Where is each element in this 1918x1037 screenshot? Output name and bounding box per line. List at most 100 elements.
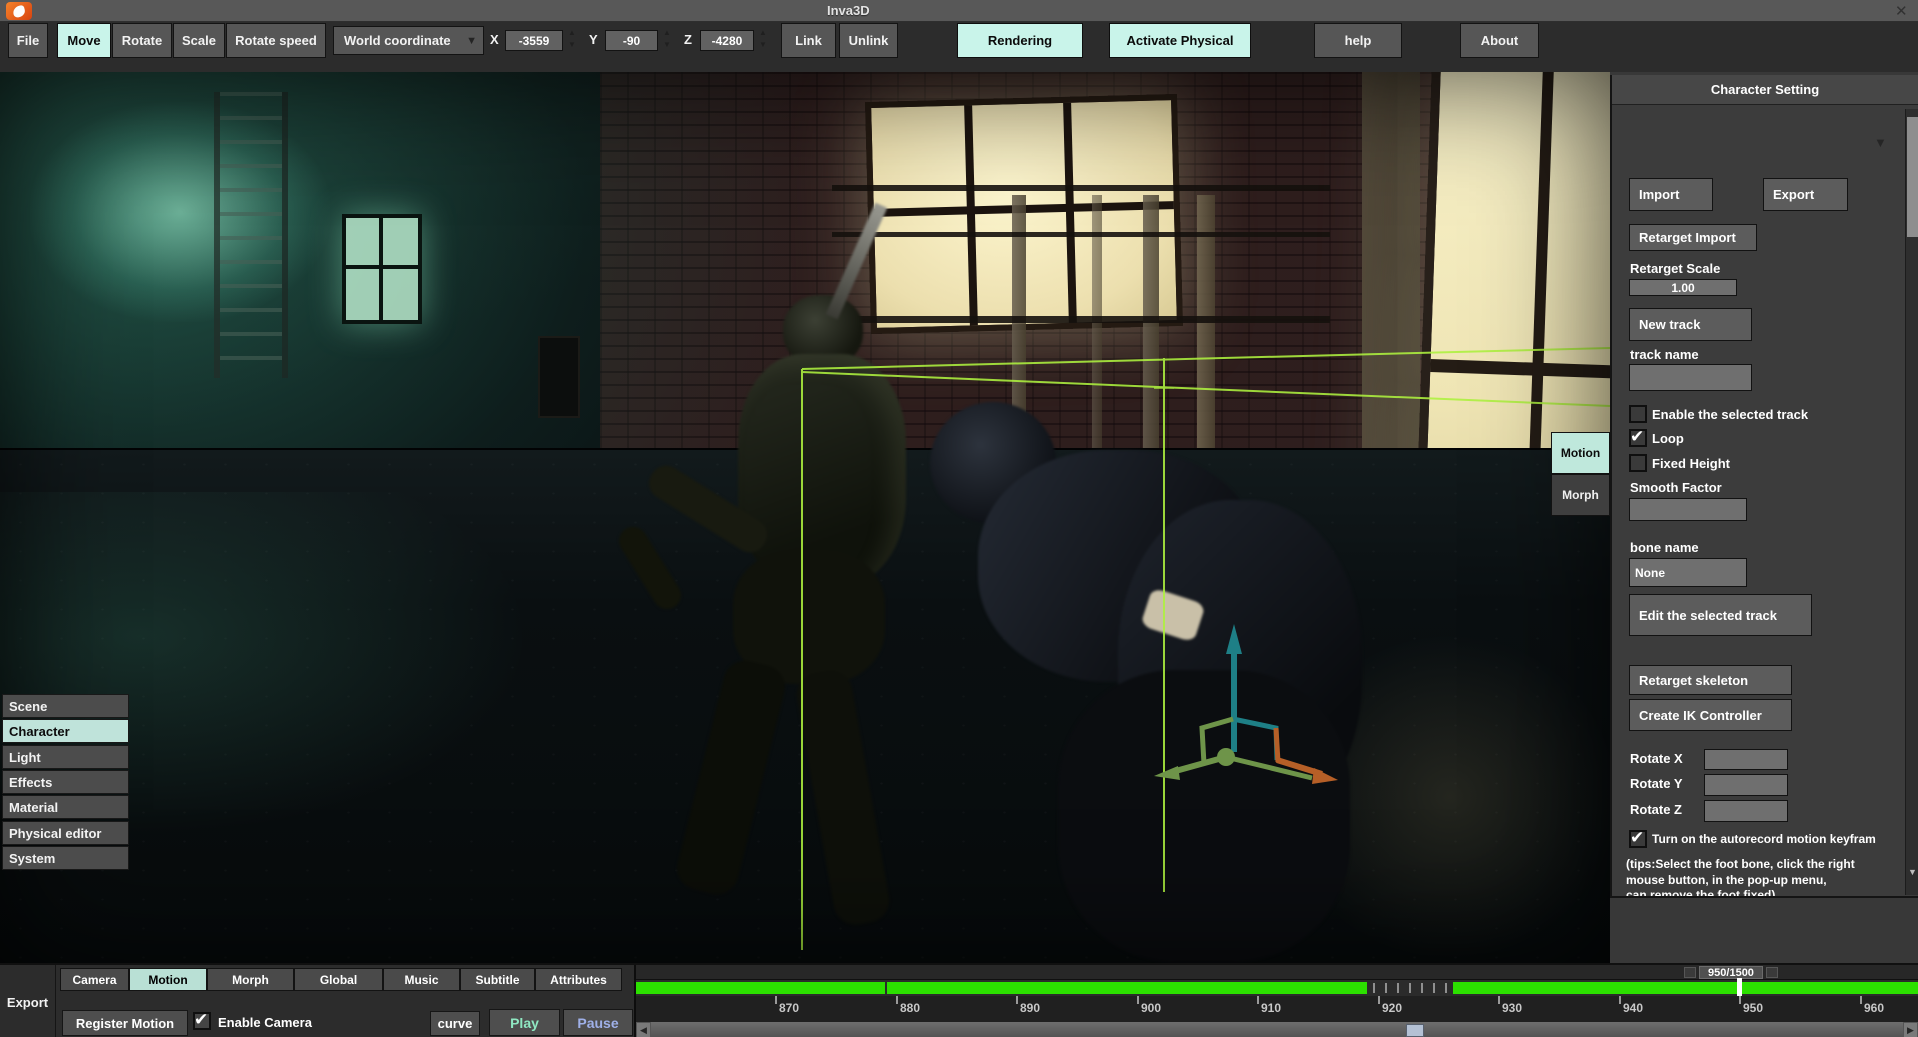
rotate-speed-button[interactable]: Rotate speed	[226, 23, 326, 58]
frame-step-forward-button[interactable]	[1766, 967, 1778, 978]
z-axis-label: Z	[684, 32, 692, 47]
tab-camera[interactable]: Camera	[60, 968, 129, 991]
smooth-factor-label: Smooth Factor	[1630, 480, 1722, 495]
export-button[interactable]: Export	[1763, 178, 1848, 211]
sidebar-item-scene[interactable]: Scene	[2, 694, 129, 718]
autorecord-label: Turn on the autorecord motion keyfram	[1652, 832, 1876, 846]
loop-checkbox[interactable]	[1629, 429, 1647, 447]
x-spinner-up-icon[interactable]: ▲	[564, 29, 580, 37]
rendering-button[interactable]: Rendering	[957, 23, 1083, 58]
frame-tick	[1433, 983, 1435, 993]
sidebar-item-light[interactable]: Light	[2, 745, 129, 769]
close-icon[interactable]: ✕	[1895, 2, 1908, 20]
timeline-playhead[interactable]	[1737, 978, 1742, 996]
ruler-tick-label: 910	[1261, 1001, 1281, 1015]
ruler-tick	[1498, 996, 1500, 1004]
rotate-button[interactable]: Rotate	[112, 23, 172, 58]
ruler-tick	[1257, 996, 1259, 1004]
move-button[interactable]: Move	[57, 23, 111, 58]
sidebar-item-character[interactable]: Character	[2, 719, 129, 743]
track-name-label: track name	[1630, 347, 1699, 362]
scrollbar-thumb[interactable]	[1907, 117, 1918, 237]
track-name-input[interactable]	[1629, 364, 1752, 391]
scroll-down-icon[interactable]: ▼	[1907, 867, 1918, 877]
create-ik-button[interactable]: Create IK Controller	[1629, 699, 1792, 731]
timeline-scroll-thumb[interactable]	[1406, 1024, 1424, 1037]
x-spinner-down-icon[interactable]: ▼	[564, 41, 580, 49]
about-button[interactable]: About	[1460, 23, 1539, 58]
pause-button[interactable]: Pause	[563, 1009, 633, 1036]
activate-physical-button[interactable]: Activate Physical	[1109, 23, 1251, 58]
retarget-import-button[interactable]: Retarget Import	[1629, 224, 1757, 251]
curve-button[interactable]: curve	[430, 1011, 480, 1036]
z-spinner-down-icon[interactable]: ▼	[755, 41, 771, 49]
ruler-tick-label: 960	[1864, 1001, 1884, 1015]
sidebar-item-physical-editor[interactable]: Physical editor	[2, 821, 129, 845]
rotate-x-input[interactable]	[1704, 749, 1788, 770]
tab-music[interactable]: Music	[383, 968, 460, 991]
viewport-3d[interactable]: SceneCharacterLightEffectsMaterialPhysic…	[0, 72, 1610, 963]
retarget-skeleton-button[interactable]: Retarget skeleton	[1629, 665, 1792, 695]
edit-track-button[interactable]: Edit the selected track	[1629, 594, 1812, 636]
x-coordinate-input[interactable]	[505, 30, 563, 51]
tab-motion[interactable]: Motion	[129, 968, 207, 991]
rotate-y-input[interactable]	[1704, 774, 1788, 796]
link-button[interactable]: Link	[781, 23, 836, 58]
z-spinner-up-icon[interactable]: ▲	[755, 29, 771, 37]
import-button[interactable]: Import	[1629, 178, 1713, 211]
file-button[interactable]: File	[8, 23, 48, 58]
y-spinner-down-icon[interactable]: ▼	[659, 41, 675, 49]
scroll-right-icon[interactable]: ▶	[1903, 1022, 1918, 1037]
tab-morph[interactable]: Morph	[207, 968, 294, 991]
help-button[interactable]: help	[1314, 23, 1402, 58]
panel-scrollbar[interactable]: ▼	[1905, 109, 1918, 895]
ruler-tick-label: 950	[1743, 1001, 1763, 1015]
new-track-button[interactable]: New track	[1629, 308, 1752, 341]
timeline-green-segment	[636, 982, 885, 994]
unlink-button[interactable]: Unlink	[839, 23, 898, 58]
export-section-label[interactable]: Export	[0, 965, 56, 1037]
register-motion-button[interactable]: Register Motion	[62, 1010, 188, 1036]
ruler-tick	[1860, 996, 1862, 1004]
autorecord-checkbox[interactable]	[1629, 830, 1647, 848]
tips-line-3: can remove the foot fixed)	[1626, 888, 1775, 898]
frame-tick	[1409, 983, 1411, 993]
timeline-scrollbar[interactable]: ◀ ▶	[636, 1022, 1918, 1037]
coordinate-mode-dropdown[interactable]: World coordinate ▼	[333, 26, 484, 55]
frame-tick	[1445, 983, 1447, 993]
tab-morph-side[interactable]: Morph	[1551, 474, 1610, 516]
smooth-factor-input[interactable]	[1629, 498, 1747, 521]
ruler-tick	[896, 996, 898, 1004]
y-axis-label: Y	[589, 32, 598, 47]
timeline-ruler[interactable]: 870880890900910920930940950960	[636, 996, 1918, 1022]
tab-attributes[interactable]: Attributes	[535, 968, 622, 991]
z-coordinate-input[interactable]	[700, 30, 754, 51]
character-zombie-sword	[826, 203, 887, 320]
sidebar-item-system[interactable]: System	[2, 846, 129, 870]
enable-track-checkbox[interactable]	[1629, 405, 1647, 423]
tab-global[interactable]: Global	[294, 968, 383, 991]
retarget-scale-input[interactable]	[1629, 279, 1737, 296]
rotate-z-input[interactable]	[1704, 800, 1788, 822]
sidebar-item-effects[interactable]: Effects	[2, 770, 129, 794]
bone-name-input[interactable]	[1629, 558, 1747, 587]
y-spinner-up-icon[interactable]: ▲	[659, 29, 675, 37]
panel-collapse-icon[interactable]: ▼	[1874, 135, 1887, 150]
ruler-tick	[1016, 996, 1018, 1004]
ruler-tick	[775, 996, 777, 1004]
timeline-track-row[interactable]	[636, 980, 1918, 996]
sidebar-item-material[interactable]: Material	[2, 795, 129, 819]
enable-camera-checkbox[interactable]	[193, 1012, 211, 1030]
y-coordinate-input[interactable]	[605, 30, 658, 51]
rotate-z-label: Rotate Z	[1630, 802, 1682, 817]
scale-button[interactable]: Scale	[173, 23, 225, 58]
scroll-left-icon[interactable]: ◀	[636, 1022, 651, 1037]
app-logo-icon	[6, 2, 32, 20]
fixed-height-checkbox[interactable]	[1629, 454, 1647, 472]
app-window: Inva3D ✕ File Move Rotate Scale Rotate s…	[0, 0, 1918, 1037]
tab-motion-side[interactable]: Motion	[1551, 432, 1610, 474]
play-button[interactable]: Play	[489, 1009, 560, 1036]
timeline[interactable]: 950/1500 870880890900910920930940950960 …	[634, 965, 1918, 1037]
frame-step-back-button[interactable]	[1684, 967, 1696, 978]
tab-subtitle[interactable]: Subtitle	[460, 968, 535, 991]
